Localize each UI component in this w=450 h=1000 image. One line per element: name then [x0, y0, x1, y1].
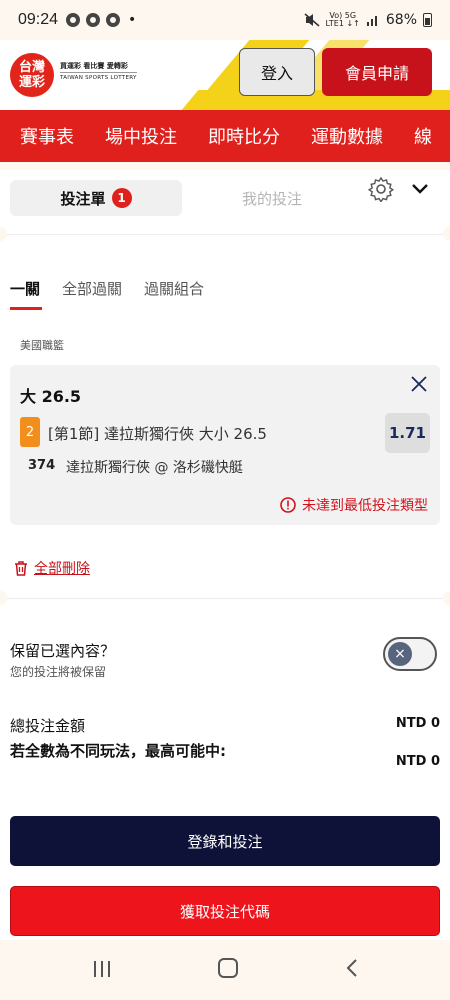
alert-icon	[280, 497, 296, 513]
nav-item-live-scores[interactable]: 即時比分	[208, 123, 280, 149]
total-stake-label: 總投注金額	[10, 717, 86, 735]
brand-logo[interactable]: 台灣 運彩	[10, 53, 54, 97]
betslip-count-badge: 1	[111, 188, 132, 208]
login-button[interactable]: 登入	[239, 48, 315, 96]
battery-percent: 68%	[385, 12, 417, 28]
warning-text: 未達到最低投注類型	[302, 498, 428, 514]
ticket-notch	[0, 227, 7, 241]
battery-icon	[423, 13, 432, 27]
recent-apps-icon[interactable]	[92, 960, 112, 978]
tab-single[interactable]: 一關	[10, 278, 43, 310]
nav-item-schedule[interactable]: 賽事表	[20, 123, 74, 149]
delete-all-button[interactable]: 全部刪除	[14, 558, 90, 578]
ticket-notch	[443, 591, 450, 605]
app-header: 台灣 運彩 買運彩 看比賽 愛轉彩 TAIWAN SPORTS LOTTERY …	[0, 40, 450, 110]
warning-message: 未達到最低投注類型	[280, 495, 428, 515]
match-id: 374	[28, 458, 56, 473]
selection-description: [第1節] 達拉斯獨行俠 大小 26.5	[48, 425, 267, 443]
toggle-off-icon: ×	[388, 642, 412, 666]
system-nav-bar	[0, 940, 450, 1000]
ticket-notch	[0, 591, 7, 605]
tab-all-parlay[interactable]: 全部過關	[62, 278, 122, 299]
status-more-dot: •	[128, 12, 137, 28]
odds-value: 1.71	[385, 413, 430, 453]
status-bar: 09:24 • Vo) 5G LTE1 ↓↑ 68%	[0, 0, 450, 40]
mute-icon	[304, 13, 320, 27]
tab-betslip-label: 投注單	[60, 189, 106, 208]
trash-icon	[15, 560, 27, 576]
bet-selection-card: 大 26.5 2 [第1節] 達拉斯獨行俠 大小 26.5 1.71 374 達…	[10, 365, 440, 525]
betslip-panel: 投注單 1 我的投注 一關 全部過關 過關組合 美國職籃 大 26.5 2 [第…	[0, 170, 450, 940]
gear-icon[interactable]	[368, 176, 394, 202]
divider	[0, 234, 450, 235]
bet-type-tabs: 一關 全部過關 過關組合	[10, 278, 204, 310]
tab-betslip[interactable]: 投注單 1	[10, 180, 182, 216]
selection-title: 大 26.5	[20, 387, 82, 406]
ticket-notch	[443, 227, 450, 241]
app-notification-icon	[106, 13, 121, 27]
chevron-down-icon[interactable]	[410, 180, 430, 198]
home-icon[interactable]	[218, 958, 238, 978]
match-name: 達拉斯獨行俠 @ 洛杉磯快艇	[66, 460, 243, 476]
max-win-value: NTD 0	[395, 754, 440, 769]
signal-icon	[366, 16, 377, 26]
app-notification-icon	[66, 13, 81, 27]
delete-all-label: 全部刪除	[34, 561, 90, 577]
app-notification-icon	[86, 13, 101, 27]
main-nav: 賽事表 場中投注 即時比分 運動數據 線	[0, 110, 450, 162]
keep-selection-toggle[interactable]: ×	[383, 637, 437, 671]
brand-tagline: 買運彩 看比賽 愛轉彩 TAIWAN SPORTS LOTTERY	[60, 61, 137, 84]
get-bet-code-button[interactable]: 獲取投注代碼	[10, 886, 440, 936]
nav-item-sports-data[interactable]: 運動數據	[311, 123, 383, 149]
register-button[interactable]: 會員申請	[322, 48, 432, 96]
nav-item-more[interactable]: 線	[414, 123, 432, 149]
selection-number-badge: 2	[20, 417, 40, 447]
league-label: 美國職籃	[20, 339, 64, 352]
status-time: 09:24	[18, 11, 59, 28]
back-icon[interactable]	[345, 958, 359, 978]
keep-selection-title: 保留已選內容？	[10, 642, 116, 660]
login-and-bet-button[interactable]: 登錄和投注	[10, 816, 440, 866]
tab-parlay-combo[interactable]: 過關組合	[144, 278, 204, 299]
tab-my-bets[interactable]: 我的投注	[182, 188, 362, 209]
network-indicator: Vo) 5G LTE1 ↓↑	[325, 11, 360, 28]
max-win-label: 若全數為不同玩法，最高可能中:	[10, 742, 227, 760]
nav-item-live-betting[interactable]: 場中投注	[105, 123, 177, 149]
keep-selection-subtitle: 您的投注將被保留	[10, 665, 107, 679]
divider	[0, 598, 450, 599]
status-right: Vo) 5G LTE1 ↓↑ 68%	[304, 12, 432, 28]
close-icon[interactable]	[410, 375, 428, 393]
total-stake-value: NTD 0	[395, 716, 440, 731]
